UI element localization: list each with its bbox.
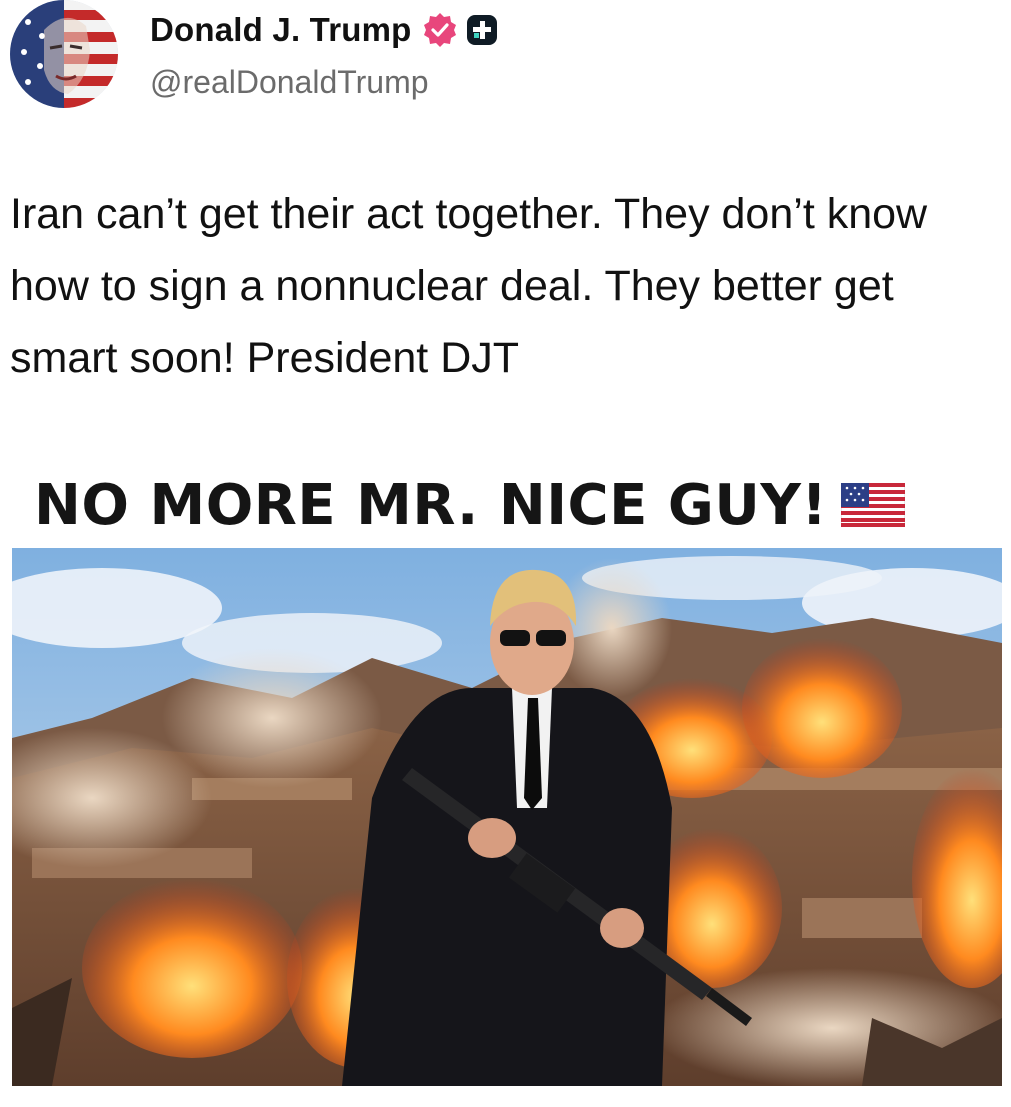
- media-headline: NO MORE MR. NICE GUY!: [34, 472, 828, 538]
- plus-badge-icon: [466, 15, 497, 45]
- media-photo[interactable]: [12, 548, 1002, 1086]
- us-flag-emoji-icon: [841, 483, 906, 527]
- explosion-scene-image: [12, 548, 1002, 1086]
- verified-badge-icon: [423, 13, 456, 47]
- author-handle[interactable]: @realDonaldTrump: [150, 64, 429, 101]
- post-text: Iran can’t get their act together. They …: [10, 190, 928, 382]
- avatar[interactable]: [10, 0, 118, 108]
- flag-portrait-avatar-icon: [10, 0, 118, 108]
- media-headline-row: NO MORE MR. NICE GUY!: [34, 460, 906, 550]
- author-name[interactable]: Donald J. Trump: [150, 11, 412, 49]
- author-name-row: Donald J. Trump: [150, 8, 498, 52]
- post-media[interactable]: NO MORE MR. NICE GUY!: [10, 448, 1002, 1088]
- post-header: Donald J. Trump @realDonaldTrump: [10, 0, 1000, 112]
